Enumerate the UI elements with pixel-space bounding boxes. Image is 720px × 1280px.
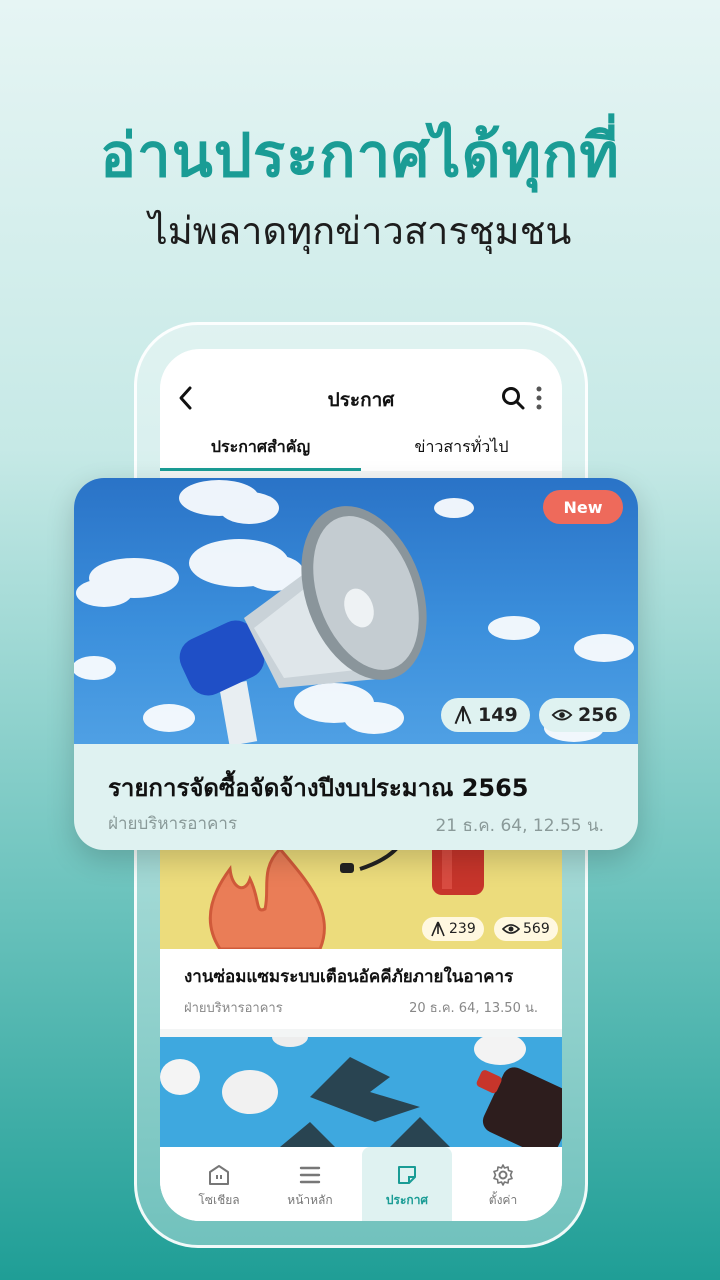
- featured-announcement-card[interactable]: New 149 256 รายการจัดซื้อจัดจ้างปีงบประม…: [74, 478, 638, 850]
- card-author: ฝ่ายบริหารอาคาร: [108, 814, 238, 834]
- eye-icon: [551, 709, 573, 721]
- view-count: 569: [523, 921, 550, 937]
- tab-general[interactable]: ข่าวสารทั่วไป: [361, 435, 562, 460]
- tab-active-indicator: [160, 468, 361, 471]
- acknowledge-count: 239: [449, 921, 476, 937]
- nav-social[interactable]: โซเชียล: [174, 1147, 264, 1221]
- card-author: ฝ่ายบริหารอาคาร: [184, 1001, 283, 1016]
- promo-subline: ไม่พลาดทุกข่าวสารชุมชน: [148, 209, 572, 253]
- announcement-card[interactable]: 239 569 งานซ่อมแซมระบบเตือนอัคคีภัยภายใน…: [160, 839, 562, 1029]
- recycle-illustration: [160, 1037, 562, 1147]
- view-badge: 569: [494, 917, 558, 941]
- gear-icon: [493, 1164, 513, 1186]
- promo-headline: อ่านประกาศได้ทุกที่: [100, 121, 620, 191]
- announcement-card-recycle[interactable]: [160, 1037, 562, 1147]
- acknowledge-count: 149: [478, 704, 518, 726]
- card-image: 239 569: [160, 839, 562, 949]
- card-title: รายการจัดซื้อจัดจ้างปีงบประมาณ 2565: [108, 774, 529, 802]
- nav-label: โซเชียล: [198, 1193, 240, 1207]
- bottom-nav: โซเชียล หน้าหลัก ประกาศ ตั้งค่า: [160, 1147, 562, 1221]
- tab-important[interactable]: ประกาศสำคัญ: [160, 435, 361, 460]
- nav-label: ประกาศ: [385, 1193, 429, 1207]
- search-icon[interactable]: [500, 385, 526, 411]
- more-vertical-icon[interactable]: [534, 385, 544, 411]
- new-badge: New: [543, 490, 623, 524]
- card-date: 20 ธ.ค. 64, 13.50 น.: [409, 1001, 538, 1016]
- top-bar: ประกาศ ประกาศสำคัญ ข่าวสารทั่วไป: [160, 349, 562, 471]
- card-date: 21 ธ.ค. 64, 12.55 น.: [435, 816, 604, 836]
- nav-settings[interactable]: ตั้งค่า: [458, 1147, 548, 1221]
- featured-image: New 149 256: [74, 478, 638, 744]
- nav-label: ตั้งค่า: [488, 1193, 518, 1207]
- pray-hands-icon: [454, 705, 472, 725]
- acknowledge-badge: 239: [422, 917, 484, 941]
- nav-home[interactable]: หน้าหลัก: [265, 1147, 355, 1221]
- social-icon: [209, 1165, 229, 1185]
- menu-icon: [299, 1166, 321, 1184]
- pray-hands-icon: [431, 921, 445, 937]
- nav-label: หน้าหลัก: [287, 1193, 333, 1207]
- acknowledge-badge: 149: [441, 698, 530, 732]
- nav-announcement[interactable]: ประกาศ: [362, 1147, 452, 1221]
- view-badge: 256: [539, 698, 630, 732]
- view-count: 256: [578, 704, 618, 726]
- announcement-icon: [398, 1166, 416, 1184]
- card-title: งานซ่อมแซมระบบเตือนอัคคีภัยภายในอาคาร: [184, 967, 514, 987]
- eye-icon: [502, 924, 520, 934]
